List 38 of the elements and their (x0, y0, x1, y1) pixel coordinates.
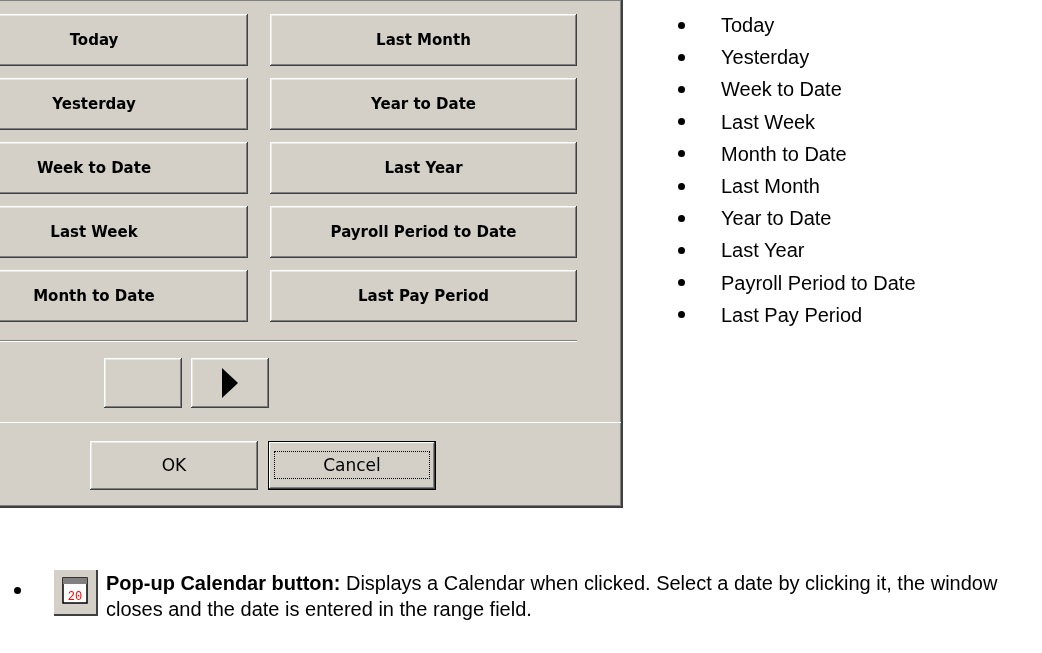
range-button[interactable]: Year to Date (270, 78, 577, 130)
bullet-icon (678, 21, 685, 29)
list-item: Today (721, 13, 775, 38)
range-button[interactable]: Last Month (270, 14, 577, 66)
range-button[interactable]: Last Pay Period (270, 270, 577, 322)
list-item: Last Week (721, 109, 816, 135)
list-item: Payroll Period to Date (721, 270, 916, 296)
calendar-icon: 20 (54, 570, 98, 616)
play-icon (222, 368, 238, 398)
range-button[interactable]: Last Week (0, 206, 248, 258)
list-item: Year to Date (721, 206, 832, 232)
bullet-icon (678, 279, 685, 287)
bullet-icon (678, 118, 685, 126)
range-button[interactable]: Last Year (270, 142, 577, 194)
calendar-button-description: Pop-up Calendar button: Displays a Calendar when clicked. Select a date by clicking it, the window closes and the date is entered in the range field. (106, 572, 998, 620)
list-item: Last Month (721, 174, 820, 199)
range-button[interactable]: Yesterday (0, 78, 248, 130)
blank-button[interactable] (104, 358, 182, 408)
bullet-icon (678, 214, 685, 222)
list-item: Yesterday (721, 45, 810, 71)
list-item: Last Pay Period (721, 302, 863, 328)
bullet-icon (678, 150, 685, 158)
list-item: Week to Date (721, 77, 842, 103)
dialog-button[interactable]: OK (90, 441, 258, 490)
bullet-icon (678, 247, 685, 254)
range-button[interactable]: Today (0, 14, 248, 66)
next-button[interactable] (191, 358, 269, 408)
list-item: Month to Date (721, 141, 847, 167)
range-button[interactable]: Week to Date (0, 142, 248, 194)
bullet-icon (678, 311, 685, 319)
bullet-icon (14, 587, 21, 594)
bullet-icon (678, 53, 685, 61)
dialog-button[interactable]: Cancel (268, 441, 436, 490)
range-button[interactable]: Payroll Period to Date (270, 206, 577, 258)
bullet-icon (678, 86, 685, 93)
range-button[interactable]: Month to Date (0, 270, 248, 322)
list-item: Last Year (721, 238, 805, 264)
bullet-icon (678, 182, 685, 190)
